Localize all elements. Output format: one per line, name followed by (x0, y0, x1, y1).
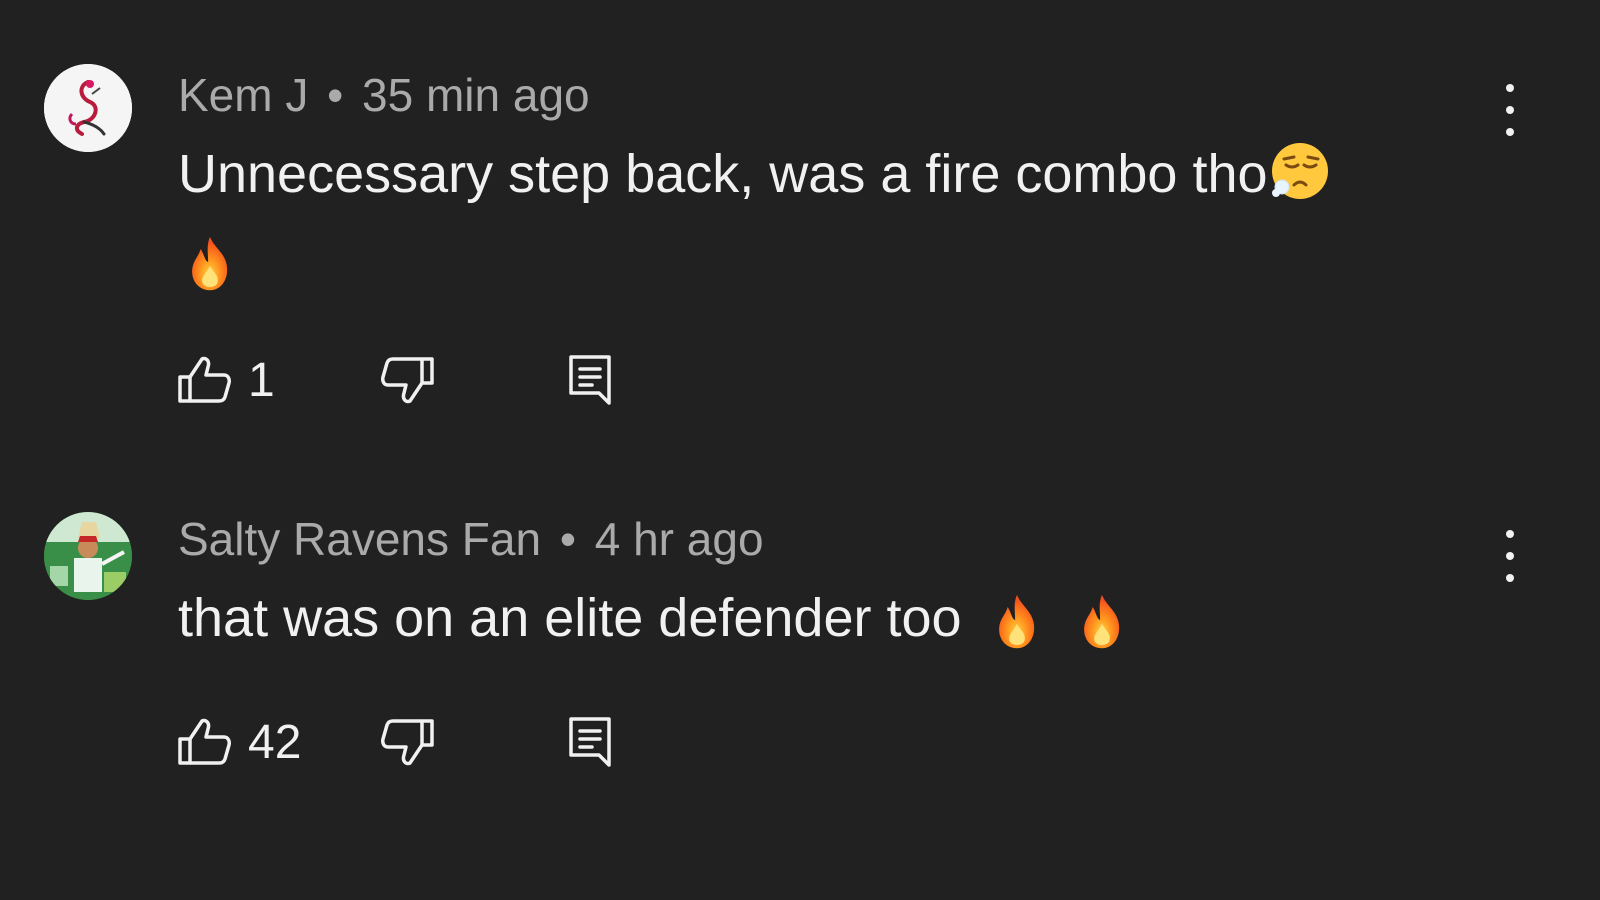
like-button[interactable]: 42 (178, 710, 301, 774)
comment-meta: Salty Ravens Fan • 4 hr ago (178, 512, 764, 566)
meta-separator: • (559, 513, 576, 565)
fire-emoji (180, 231, 240, 297)
reply-comment-icon (569, 355, 611, 405)
timestamp: 4 hr ago (594, 513, 764, 565)
thumbs-down-icon (381, 357, 434, 404)
comment-text: that was on an elite defender too (178, 574, 1132, 662)
avatar[interactable] (44, 512, 132, 600)
comment-item: Salty Ravens Fan • 4 hr ago that was on … (0, 440, 1600, 880)
reply-button[interactable] (568, 710, 612, 774)
reply-button[interactable] (568, 348, 612, 412)
meta-separator: • (327, 69, 344, 121)
thumbs-up-icon (178, 356, 231, 403)
comment-body: Unnecessary step back, was a fire combo … (178, 144, 1268, 204)
fire-emoji (987, 589, 1047, 655)
comment-text-line2 (180, 216, 240, 304)
exhaling-face-emoji (1268, 139, 1332, 203)
comment-item: Kem J • 35 min ago Unnecessary step back… (0, 0, 1600, 440)
reply-comment-icon (569, 717, 611, 767)
like-button[interactable]: 1 (178, 348, 275, 412)
comment-meta: Kem J • 35 min ago (178, 68, 590, 122)
like-count: 42 (248, 715, 302, 769)
baseball-player-avatar-icon (44, 512, 132, 600)
comment-actions: 1 (178, 348, 658, 412)
thumbs-up-icon (178, 718, 231, 765)
fire-emoji (1072, 589, 1132, 655)
comment-body: that was on an elite defender too (178, 588, 962, 648)
dragon-avatar-icon (44, 64, 132, 152)
more-vertical-icon[interactable] (1492, 524, 1528, 588)
author-name[interactable]: Kem J (178, 69, 308, 121)
author-name[interactable]: Salty Ravens Fan (178, 513, 541, 565)
dislike-button[interactable] (380, 710, 434, 774)
like-count: 1 (248, 353, 275, 407)
timestamp: 35 min ago (362, 69, 590, 121)
comment-text: Unnecessary step back, was a fire combo … (178, 130, 1332, 218)
thumbs-down-icon (381, 719, 434, 766)
dislike-button[interactable] (380, 348, 434, 412)
avatar[interactable] (44, 64, 132, 152)
more-vertical-icon[interactable] (1492, 78, 1528, 142)
comment-actions: 42 (178, 710, 658, 774)
